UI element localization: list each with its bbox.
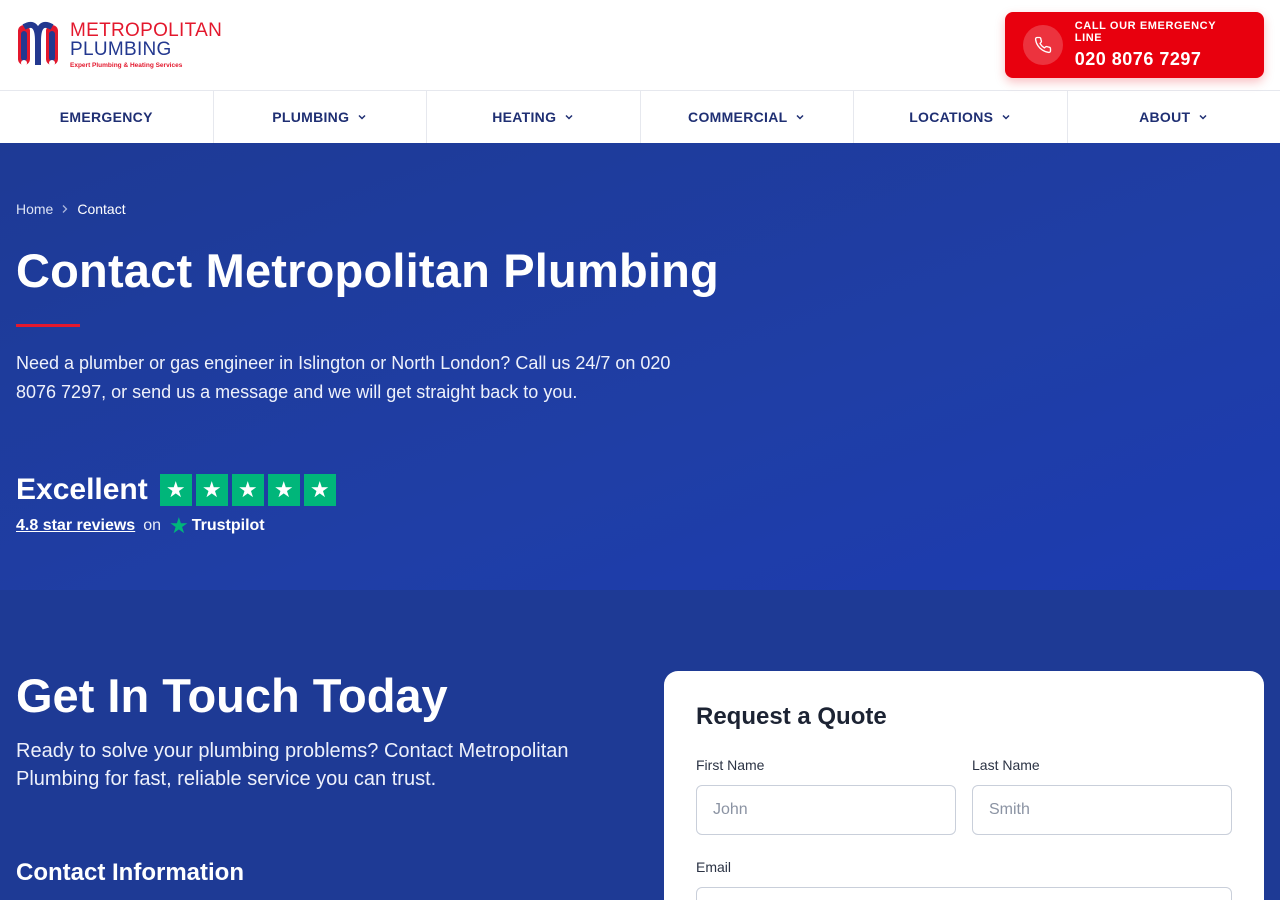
hero-description: Need a plumber or gas engineer in Isling… — [16, 353, 671, 402]
hero-section: Home Contact Contact Metropolitan Plumbi… — [0, 143, 1280, 590]
nav-item-commercial[interactable]: COMMERCIAL — [641, 91, 854, 143]
quote-form-title: Request a Quote — [696, 703, 887, 730]
chevron-down-icon — [358, 114, 366, 120]
breadcrumb-current: Contact — [77, 201, 126, 217]
logo-line1: METROPOLITAN — [70, 19, 223, 41]
email-group: Email — [696, 859, 1232, 900]
chevron-right-icon — [62, 205, 68, 213]
get-in-touch-title: Get In Touch Today — [16, 669, 448, 722]
contact-section: Get In Touch Today Ready to solve your p… — [0, 590, 1280, 900]
emergency-call-button[interactable]: CALL OUR EMERGENCY LINE 020 8076 7297 — [1005, 12, 1264, 78]
contact-intro: Get In Touch Today Ready to solve your p… — [16, 668, 616, 887]
email-label: Email — [696, 859, 732, 875]
email-input[interactable] — [696, 887, 1232, 900]
breadcrumb-home-link[interactable]: Home — [16, 201, 53, 217]
metropolitan-logo-icon — [18, 21, 58, 66]
nav-item-label: PLUMBING — [272, 109, 350, 125]
trustpilot-widget: Excellent ★ ★ ★ ★ ★ 4.8 star reviews on … — [16, 473, 1264, 537]
phone-icon — [1023, 25, 1063, 65]
title-underline — [16, 324, 80, 327]
contact-information-title: Contact Information — [16, 859, 244, 886]
logo-text: METROPOLITAN PLUMBING Expert Plumbing & … — [70, 21, 222, 70]
star-icon: ★ — [231, 474, 264, 506]
emergency-number: 020 8076 7297 — [1074, 49, 1202, 69]
last-name-label: Last Name — [972, 757, 1040, 773]
trustpilot-brand-name: Trustpilot — [191, 517, 265, 534]
chevron-down-icon — [1199, 114, 1207, 120]
emergency-text: CALL OUR EMERGENCY LINE 020 8076 7297 — [1075, 20, 1246, 70]
trustpilot-on-text: on — [143, 517, 161, 534]
trustpilot-brand: ★ Trustpilot — [169, 515, 265, 537]
main-nav: EMERGENCY PLUMBING HEATING COMMERCIAL LO… — [0, 90, 1280, 143]
first-name-input[interactable] — [696, 785, 956, 835]
chevron-down-icon — [565, 114, 573, 120]
chevron-down-icon — [796, 114, 804, 120]
nav-item-locations[interactable]: LOCATIONS — [854, 91, 1068, 143]
star-icon: ★ — [159, 474, 192, 506]
star-icon: ★ — [303, 474, 336, 506]
nav-item-label: LOCATIONS — [909, 109, 994, 125]
nav-item-label: ABOUT — [1139, 109, 1191, 125]
page-title: Contact Metropolitan Plumbing — [16, 244, 719, 297]
last-name-input[interactable] — [972, 785, 1232, 835]
trustpilot-rating-word: Excellent — [16, 473, 148, 506]
nav-item-about[interactable]: ABOUT — [1068, 91, 1280, 143]
star-icon: ★ — [195, 474, 228, 506]
last-name-group: Last Name — [972, 757, 1232, 835]
trustpilot-reviews-link[interactable]: 4.8 star reviews — [16, 517, 135, 535]
emergency-label: CALL OUR EMERGENCY LINE — [1074, 20, 1216, 44]
star-icon: ★ — [267, 474, 300, 506]
first-name-group: First Name — [696, 757, 956, 835]
site-logo[interactable]: METROPOLITAN PLUMBING Expert Plumbing & … — [16, 21, 222, 70]
site-header: METROPOLITAN PLUMBING Expert Plumbing & … — [0, 0, 1280, 90]
logo-tagline: Expert Plumbing & Heating Services — [70, 61, 183, 69]
trustpilot-star-icon: ★ — [169, 513, 189, 538]
nav-item-label: COMMERCIAL — [688, 109, 788, 125]
quote-form: Request a Quote First Name Last Name Ema… — [664, 671, 1264, 900]
get-in-touch-description: Ready to solve your plumbing problems? C… — [16, 740, 569, 790]
nav-item-plumbing[interactable]: PLUMBING — [214, 91, 427, 143]
chevron-down-icon — [1002, 114, 1010, 120]
logo-line2: PLUMBING — [70, 38, 172, 60]
nav-item-emergency[interactable]: EMERGENCY — [0, 91, 214, 143]
first-name-label: First Name — [696, 757, 765, 773]
nav-item-label: EMERGENCY — [59, 109, 153, 125]
nav-item-label: HEATING — [492, 109, 557, 125]
trustpilot-stars: ★ ★ ★ ★ ★ — [159, 474, 336, 506]
breadcrumb: Home Contact — [16, 201, 1264, 217]
nav-item-heating[interactable]: HEATING — [427, 91, 641, 143]
